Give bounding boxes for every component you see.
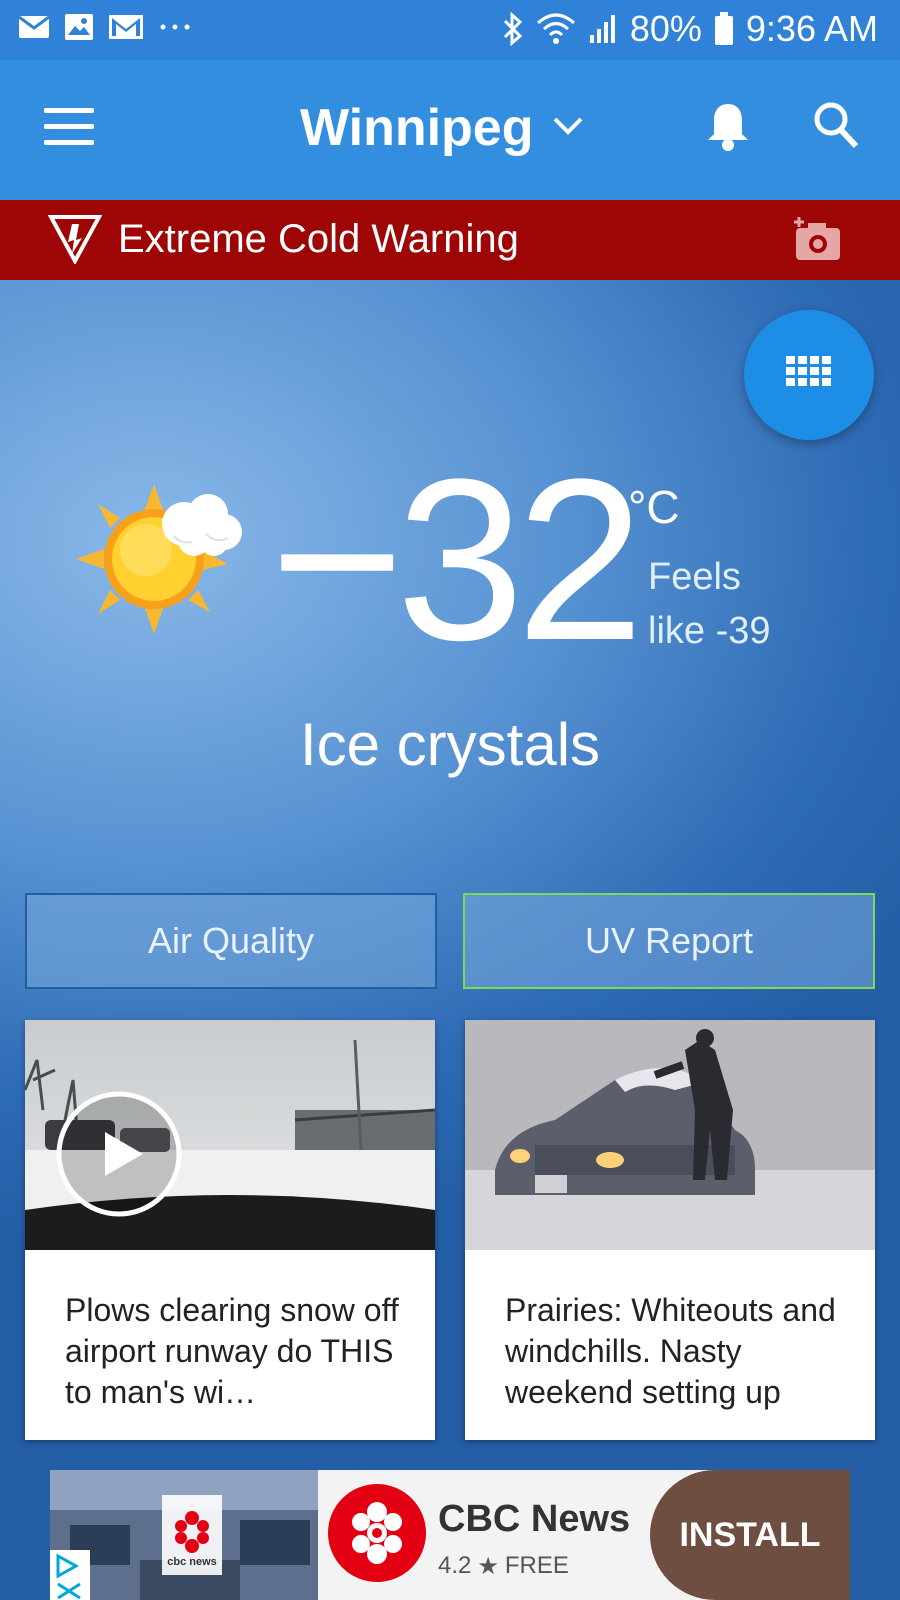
chevron-down-icon <box>552 116 584 141</box>
news-title-2: Prairies: Whiteouts and windchills. Nast… <box>505 1292 836 1410</box>
ad-price: FREE <box>504 1552 569 1579</box>
temperature-unit: °C <box>628 481 680 533</box>
install-button[interactable]: INSTALL <box>650 1470 850 1600</box>
search-icon[interactable] <box>812 100 860 155</box>
star-icon: ★ <box>477 1553 499 1580</box>
ad-banner[interactable]: cbc news CBC News 4.2 ★ FREE INSTALL <box>50 1470 850 1600</box>
news-thumbnail-2 <box>465 1020 875 1250</box>
news-card-1[interactable]: Plows clearing snow off airport runway d… <box>25 1020 435 1440</box>
cbc-logo-icon <box>328 1484 426 1582</box>
air-quality-button[interactable]: Air Quality <box>25 893 437 989</box>
play-icon <box>56 1091 182 1217</box>
ad-app-name: CBC News <box>438 1498 631 1540</box>
uv-report-button[interactable]: UV Report <box>463 893 875 989</box>
weather-warning-banner[interactable]: Extreme Cold Warning <box>0 200 900 280</box>
gmail-icon <box>108 12 144 42</box>
current-conditions: −32 °C Feels like -39 Ice crystals Air Q… <box>0 280 900 1600</box>
grid-icon <box>786 356 831 386</box>
ad-brand-mark: cbc news <box>167 1556 217 1568</box>
battery-icon <box>714 12 734 46</box>
app-bar: Winnipeg <box>0 60 900 200</box>
sun-cloud-icon <box>76 484 246 639</box>
bluetooth-icon <box>502 12 524 46</box>
city-selector[interactable]: Winnipeg <box>300 98 584 158</box>
more-dots-icon <box>158 22 192 32</box>
news-title-1: Plows clearing snow off airport runway d… <box>65 1292 399 1410</box>
feels-like: Feels like -39 <box>648 556 771 652</box>
wifi-icon <box>536 13 576 45</box>
add-photo-icon[interactable] <box>792 216 842 267</box>
grid-menu-button[interactable] <box>744 310 874 440</box>
battery-percent: 80% <box>629 8 702 49</box>
city-name: Winnipeg <box>300 99 534 157</box>
bell-icon[interactable] <box>706 100 750 157</box>
temperature: −32 <box>270 431 644 688</box>
ad-rating: 4.2 <box>438 1552 472 1579</box>
news-card-2[interactable]: Prairies: Whiteouts and windchills. Nast… <box>465 1020 875 1440</box>
warning-text: Extreme Cold Warning <box>118 217 519 261</box>
mail-icon <box>18 15 50 39</box>
ad-image: cbc news <box>50 1470 318 1600</box>
status-right: 80% 9:36 AM <box>502 8 878 50</box>
image-icon <box>64 13 94 41</box>
signal-icon <box>588 13 618 45</box>
status-left-icons <box>18 12 192 42</box>
ad-rating-row: 4.2 ★ FREE <box>438 1552 569 1581</box>
status-bar: 80% 9:36 AM <box>0 0 900 60</box>
condition-text: Ice crystals <box>299 711 601 778</box>
news-thumbnail-1 <box>25 1020 435 1250</box>
ad-choices-icon[interactable] <box>50 1550 90 1600</box>
menu-icon[interactable] <box>44 108 94 148</box>
clock: 9:36 AM <box>745 8 878 49</box>
warning-triangle-icon <box>47 214 103 269</box>
